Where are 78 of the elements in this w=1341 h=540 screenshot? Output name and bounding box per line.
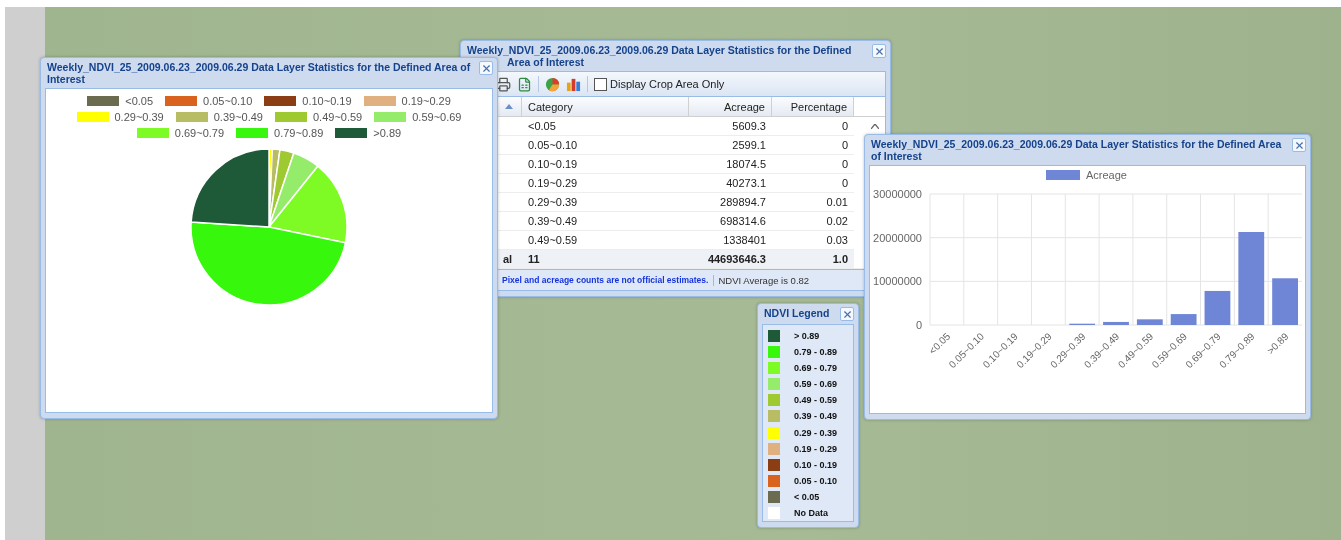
total-acreage: 44693646.3 xyxy=(689,250,772,269)
table-cell: 5609.3 xyxy=(689,117,772,136)
legend-label: <0.05 xyxy=(125,95,154,107)
legend-label: 0.59~0.69 xyxy=(412,111,462,123)
legend-label: 0.19~0.29 xyxy=(401,95,451,107)
disclaimer-text: Pixel and acreage counts are not official estimates. xyxy=(502,275,709,285)
bar xyxy=(1272,278,1298,325)
window-title: Weekly_NDVI_25_2009.06.23_2009.06.29 Data Layer Statistics for the Defined Area of Interest xyxy=(871,138,1283,162)
pie-chart-icon[interactable] xyxy=(545,76,560,92)
legend-label: 0.69 - 0.79 xyxy=(794,363,838,374)
printer-icon[interactable] xyxy=(496,76,511,92)
table-cell: 18074.5 xyxy=(689,155,772,174)
axis-tick-label: 10000000 xyxy=(873,275,922,288)
legend-label: Acreage xyxy=(1086,169,1127,181)
legend-label: 0.79~0.89 xyxy=(274,127,324,139)
close-button[interactable] xyxy=(872,44,886,58)
chart-legend: Acreage xyxy=(1046,169,1127,181)
legend-label: 0.05~0.10 xyxy=(203,95,253,107)
close-icon xyxy=(873,45,885,57)
close-icon xyxy=(480,62,492,74)
legend-label: 0.29 - 0.39 xyxy=(794,427,838,438)
table-cell: 0.29~0.39 xyxy=(522,193,689,212)
close-button[interactable] xyxy=(1292,138,1306,152)
table-cell: 0.10~0.19 xyxy=(522,155,689,174)
column-header[interactable]: Percentage xyxy=(772,97,854,117)
table-cell: <0.05 xyxy=(522,117,689,136)
table-cell: 0.01 xyxy=(772,193,854,212)
scroll-up-icon[interactable] xyxy=(871,124,879,129)
legend-label: > 0.89 xyxy=(794,331,820,342)
legend-label: 0.39~0.49 xyxy=(213,111,263,123)
close-button[interactable] xyxy=(479,61,493,75)
window-title: NDVI Legend xyxy=(764,307,831,319)
legend-label: 0.49 - 0.59 xyxy=(794,395,838,406)
bar xyxy=(1136,319,1163,325)
table-cell: 0.19~0.29 xyxy=(522,174,689,193)
legend-label: No Data xyxy=(794,507,828,518)
legend-label: 0.69~0.79 xyxy=(174,127,225,139)
legend-label: 0.39 - 0.49 xyxy=(794,411,838,422)
sort-arrow-icon[interactable] xyxy=(504,104,513,109)
close-icon xyxy=(841,308,853,320)
legend-label: 0.10~0.19 xyxy=(302,95,352,107)
bar xyxy=(1204,290,1231,325)
axis-tick-label: 0 xyxy=(915,319,922,331)
bar xyxy=(1170,314,1197,325)
spreadsheet-icon[interactable] xyxy=(517,76,532,92)
close-button[interactable] xyxy=(840,307,854,321)
legend-label: >0.89 xyxy=(373,127,402,139)
column-header[interactable]: Acreage xyxy=(689,97,772,117)
table-cell: 0 xyxy=(772,136,854,155)
legend-label: 0.29~0.39 xyxy=(114,111,164,123)
legend-label: 0.10 - 0.19 xyxy=(794,459,838,470)
table-cell: 2599.1 xyxy=(689,136,772,155)
crop-area-checkbox[interactable]: Display Crop Area Only xyxy=(594,77,725,91)
total-count: 11 xyxy=(522,250,689,269)
table-cell: 40273.1 xyxy=(689,174,772,193)
bar-chart-icon[interactable] xyxy=(566,76,581,92)
table-cell: 289894.7 xyxy=(689,193,772,212)
bar xyxy=(1103,321,1129,325)
table-cell: 698314.6 xyxy=(689,212,772,231)
column-header[interactable]: Category xyxy=(522,97,689,117)
legend-label: 0.49~0.59 xyxy=(313,111,363,123)
table-cell: 0.02 xyxy=(772,212,854,231)
legend-label: 0.05 - 0.10 xyxy=(794,475,838,486)
legend-label: 0.79 - 0.89 xyxy=(794,347,838,358)
axis-tick-label: 30000000 xyxy=(873,188,922,200)
table-cell: 0.05~0.10 xyxy=(522,136,689,155)
legend-label: 0.59 - 0.69 xyxy=(794,379,838,390)
legend-label: 0.19 - 0.29 xyxy=(794,443,838,454)
total-percentage: 1.0 xyxy=(772,250,854,269)
close-icon xyxy=(1293,139,1305,151)
table-cell: 0.39~0.49 xyxy=(522,212,689,231)
legend-label: < 0.05 xyxy=(794,491,820,502)
axis-tick-label: 20000000 xyxy=(873,231,922,244)
table-cell: 0 xyxy=(772,117,854,136)
table-cell: 0 xyxy=(772,174,854,193)
window-title: Weekly_NDVI_25_2009.06.23_2009.06.29 Data Layer Statistics for the Defined Area of Interest xyxy=(47,61,472,85)
average-text: NDVI Average is 0.82 xyxy=(713,274,810,286)
table-cell: 0 xyxy=(772,155,854,174)
